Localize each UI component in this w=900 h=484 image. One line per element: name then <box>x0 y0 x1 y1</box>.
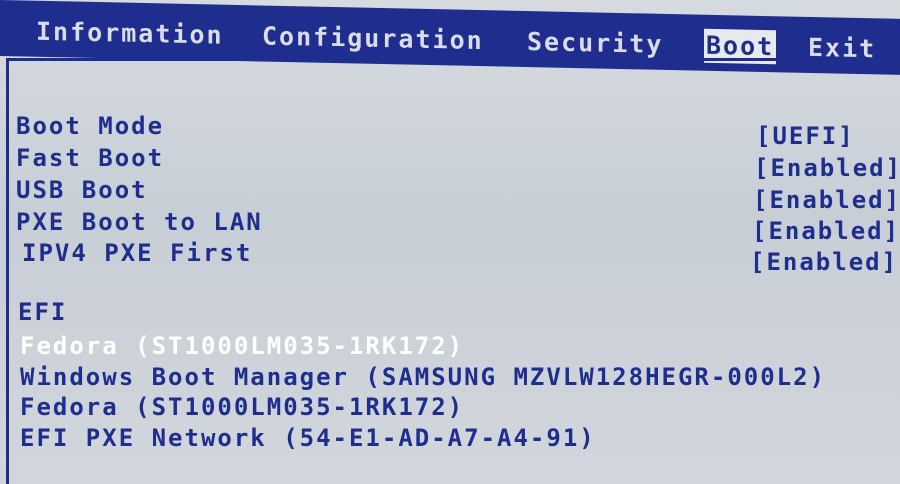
efi-entry-selected[interactable]: Fedora (ST1000LM035-1RK172) <box>20 332 464 360</box>
tab-configuration[interactable]: Configuration <box>262 19 484 58</box>
setting-pxe-boot-value[interactable]: [Enabled] <box>752 217 900 245</box>
efi-heading: EFI <box>18 298 68 326</box>
bios-screen: Information Configuration Security Boot … <box>0 0 900 484</box>
setting-ipv4-pxe-label[interactable]: IPV4 PXE First <box>22 239 252 267</box>
setting-fast-boot-value[interactable]: [Enabled] <box>754 154 900 182</box>
tab-information[interactable]: Information <box>36 15 224 53</box>
efi-entry[interactable]: EFI PXE Network (54-E1-AD-A7-A4-91) <box>20 424 596 452</box>
setting-usb-boot-value[interactable]: [Enabled] <box>753 186 900 214</box>
tab-security[interactable]: Security <box>527 25 663 62</box>
setting-usb-boot-label[interactable]: USB Boot <box>16 176 148 204</box>
setting-pxe-boot-label[interactable]: PXE Boot to LAN <box>16 208 263 236</box>
efi-entry[interactable]: Windows Boot Manager (SAMSUNG MZVLW128HE… <box>20 363 826 391</box>
setting-ipv4-pxe-value[interactable]: [Enabled] <box>750 248 898 276</box>
efi-entry[interactable]: Fedora (ST1000LM035-1RK172) <box>20 393 464 421</box>
setting-boot-mode-label[interactable]: Boot Mode <box>16 112 164 140</box>
setting-fast-boot-label[interactable]: Fast Boot <box>16 144 164 172</box>
setting-boot-mode-value[interactable]: [UEFI] <box>756 122 855 150</box>
